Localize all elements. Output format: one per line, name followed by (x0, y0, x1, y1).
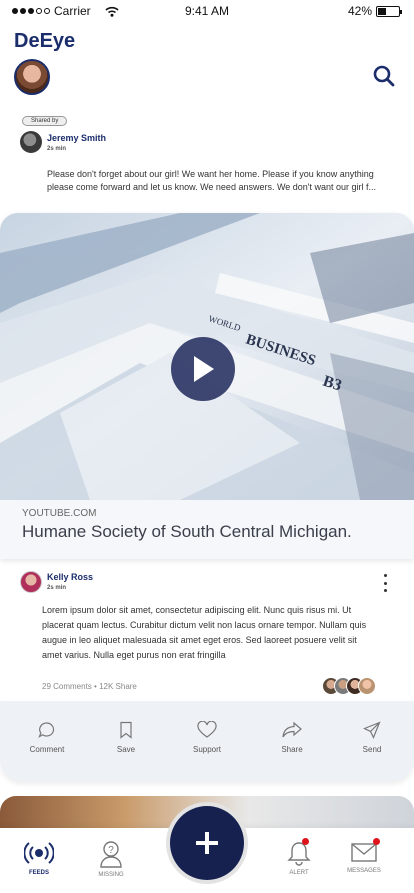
plus-icon (196, 832, 218, 854)
status-bar: Carrier 9:41 AM 42% (0, 0, 414, 22)
comment-icon (38, 722, 55, 738)
battery-percent: 42% (347, 4, 372, 18)
nav-feeds[interactable]: FEEDS (14, 840, 64, 876)
post-time: 2s min (47, 146, 67, 152)
broadcast-icon (24, 842, 54, 864)
action-label: Send (362, 745, 382, 754)
battery-group: 42% (347, 4, 402, 18)
shared-by-badge: Shared by (22, 116, 68, 126)
stats-separator: • (94, 682, 97, 691)
save-button[interactable]: Save (101, 721, 151, 754)
more-options-button[interactable] (380, 574, 390, 592)
play-button[interactable] (171, 337, 235, 401)
nav-messages[interactable]: MESSAGES (339, 840, 389, 874)
action-label: Save (116, 745, 136, 754)
nav-label: MESSAGES (347, 868, 381, 874)
supporters-avatars[interactable] (322, 677, 376, 695)
app-title: DeEye (14, 30, 76, 52)
profile-avatar[interactable] (14, 59, 50, 95)
search-icon (373, 65, 395, 87)
action-label: Support (192, 745, 222, 754)
author-avatar[interactable] (20, 131, 42, 153)
messages-notification-dot (373, 838, 380, 845)
bookmark-icon (120, 721, 132, 739)
nav-alert[interactable]: ALERT (274, 840, 324, 876)
battery-icon (376, 5, 402, 17)
share-button[interactable]: Share (267, 721, 317, 754)
nav-label: FEEDS (28, 870, 49, 876)
post-stats: 29 Comments • 12K Share (42, 682, 137, 691)
author-name[interactable]: Kelly Ross (47, 572, 93, 582)
nav-missing[interactable]: ? MISSING (86, 840, 136, 878)
nav-label: ALERT (289, 870, 309, 876)
create-post-button[interactable] (170, 806, 244, 880)
action-label: Comment (29, 745, 65, 754)
link-title[interactable]: Humane Society of South Central Michigan… (22, 522, 352, 542)
author-avatar[interactable] (20, 571, 42, 593)
post-text: Please don't forget about our girl! We w… (47, 169, 377, 192)
send-icon (363, 721, 381, 739)
post-text: Lorem ipsum dolor sit amet, consectetur … (42, 605, 367, 660)
author-name[interactable]: Jeremy Smith (47, 133, 106, 143)
missing-person-icon: ? (100, 841, 122, 868)
alert-notification-dot (302, 838, 309, 845)
heart-icon (197, 721, 217, 738)
support-button[interactable]: Support (182, 721, 232, 754)
svg-text:?: ? (108, 845, 114, 856)
shares-count[interactable]: 12K Share (99, 682, 137, 691)
link-source: YOUTUBE.COM (22, 508, 97, 519)
post-time: 2s min (47, 585, 67, 591)
send-button[interactable]: Send (347, 721, 397, 754)
play-icon (194, 356, 214, 382)
nav-label: MISSING (98, 872, 124, 878)
comment-button[interactable]: Comment (22, 721, 72, 754)
search-button[interactable] (372, 64, 396, 88)
share-icon (282, 721, 302, 738)
comments-count[interactable]: 29 Comments (42, 682, 92, 691)
action-label: Share (281, 745, 303, 754)
post-actions-bar: Comment Save Support Share Send (0, 701, 414, 781)
link-preview-card[interactable]: BUSINESS B3 WORLD YOUTUBE.COM Humane Soc… (0, 213, 414, 559)
